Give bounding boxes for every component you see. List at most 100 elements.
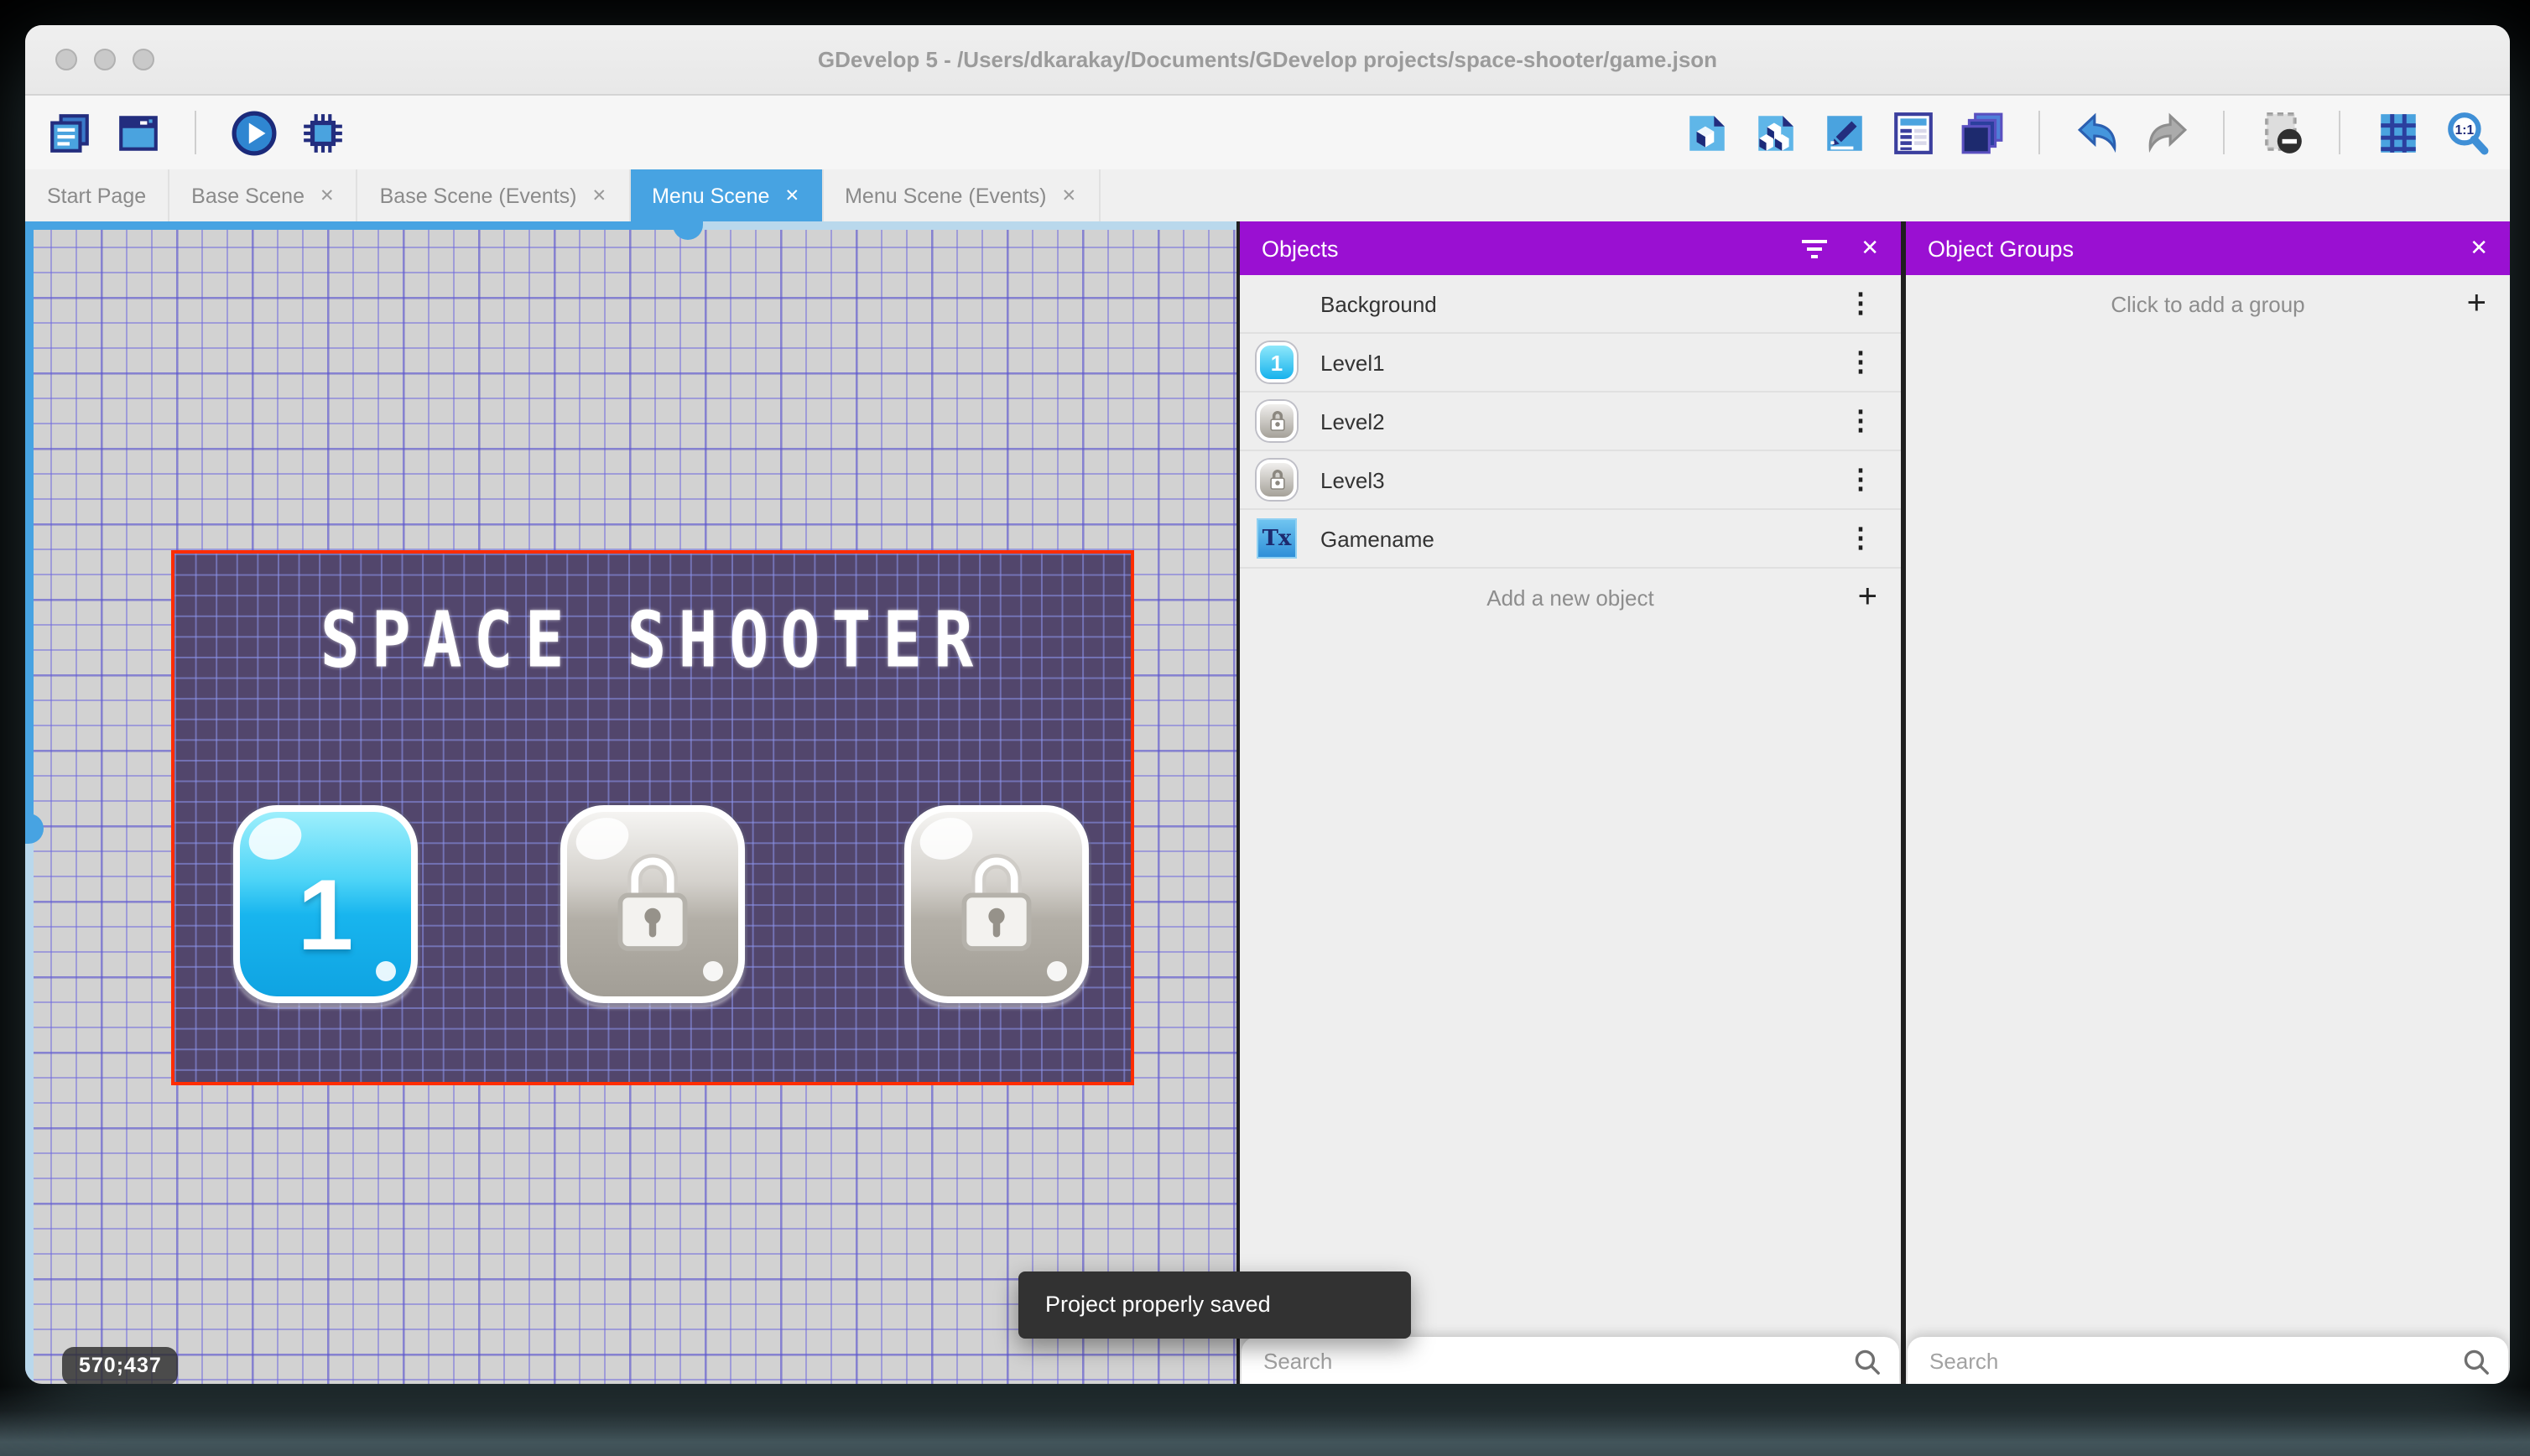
tab-label: Base Scene (191, 184, 305, 207)
add-icon[interactable]: + (2467, 287, 2486, 320)
add-group-label: Click to add a group (2111, 291, 2305, 316)
object-groups-panel: Object Groups ✕ Click to add a group + (1906, 221, 2510, 1384)
toolbar-divider (2339, 111, 2340, 154)
object-row-gamename[interactable]: Tx Gamename ⋮ (1240, 510, 1901, 569)
window-mask-icon[interactable] (2258, 109, 2305, 156)
object-name: Level1 (1320, 350, 1385, 375)
level3-button-instance[interactable] (904, 805, 1089, 1003)
object-name: Background (1320, 291, 1437, 316)
scene-window-icon[interactable] (114, 109, 161, 156)
vertical-scroll-thumb[interactable] (25, 814, 44, 844)
tab-menu-scene-events[interactable]: Menu Scene (Events) ✕ (823, 169, 1101, 221)
scene-window-rect[interactable]: SPACE SHOOTER 1 (171, 550, 1134, 1085)
gamename-text-instance[interactable]: SPACE SHOOTER (174, 597, 1131, 686)
tab-base-scene-events[interactable]: Base Scene (Events) ✕ (358, 169, 631, 221)
debugger-icon[interactable] (299, 109, 346, 156)
layers-icon[interactable] (1958, 109, 2005, 156)
window-title: GDevelop 5 - /Users/dkarakay/Documents/G… (817, 47, 1718, 72)
tab-close-icon[interactable]: ✕ (784, 185, 799, 205)
toolbar: 1:1 (25, 96, 2510, 169)
titlebar: GDevelop 5 - /Users/dkarakay/Documents/G… (25, 25, 2510, 96)
level2-button-instance[interactable] (560, 805, 745, 1003)
level1-thumbnail: 1 (1257, 342, 1297, 382)
gdevelop-window: GDevelop 5 - /Users/dkarakay/Documents/G… (25, 25, 2510, 1384)
object-row-level1[interactable]: 1 Level1 ⋮ (1240, 334, 1901, 393)
filter-icon[interactable] (1802, 239, 1828, 257)
objects-search-input[interactable] (1260, 1347, 1854, 1375)
tab-label: Base Scene (Events) (379, 184, 577, 207)
groups-search-bar (1908, 1337, 2508, 1384)
redo-icon[interactable] (2142, 109, 2189, 156)
add-object-row[interactable]: Add a new object + (1240, 569, 1901, 626)
tab-close-icon[interactable]: ✕ (1062, 185, 1077, 205)
level1-button-instance[interactable]: 1 (233, 805, 418, 1003)
add-group-row[interactable]: Click to add a group + (1906, 275, 2510, 332)
grid-icon[interactable] (2374, 109, 2421, 156)
properties-icon[interactable] (1820, 109, 1867, 156)
level1-number: 1 (297, 858, 354, 970)
close-panel-icon[interactable]: ✕ (2470, 235, 2488, 262)
background-thumbnail (1257, 283, 1297, 324)
object-row-level3[interactable]: Level3 ⋮ (1240, 451, 1901, 510)
content: SPACE SHOOTER 1 570;437 Objects ✕ Backgr… (25, 221, 2510, 1384)
search-icon[interactable] (2463, 1348, 2490, 1375)
window-controls (55, 25, 154, 94)
search-icon[interactable] (1854, 1348, 1881, 1375)
objects-panel-icon[interactable] (1683, 109, 1730, 156)
svg-text:1:1: 1:1 (2455, 122, 2474, 137)
tab-base-scene[interactable]: Base Scene ✕ (169, 169, 358, 221)
cursor-coordinates: 570;437 (62, 1347, 179, 1384)
object-name: Level3 (1320, 467, 1385, 492)
object-menu-icon[interactable]: ⋮ (1837, 522, 1884, 555)
tab-close-icon[interactable]: ✕ (320, 185, 335, 205)
horizontal-scroll-thumb[interactable] (673, 221, 703, 240)
horizontal-scrollbar[interactable] (25, 221, 1236, 240)
tab-label: Menu Scene (Events) (845, 184, 1047, 207)
groups-search-input[interactable] (1926, 1347, 2463, 1375)
object-groups-panel-header: Object Groups ✕ (1906, 221, 2510, 275)
lock-icon (607, 848, 698, 967)
add-object-label: Add a new object (1486, 585, 1654, 610)
object-groups-icon[interactable] (1752, 109, 1799, 156)
object-menu-icon[interactable]: ⋮ (1837, 287, 1884, 320)
tabbar: Start Page Base Scene ✕ Base Scene (Even… (25, 169, 2510, 221)
project-manager-icon[interactable] (45, 109, 92, 156)
screen: GDevelop 5 - /Users/dkarakay/Documents/G… (0, 0, 2530, 1456)
object-row-background[interactable]: Background ⋮ (1240, 275, 1901, 334)
object-menu-icon[interactable]: ⋮ (1837, 463, 1884, 497)
toolbar-divider (195, 111, 196, 154)
maximize-button[interactable] (133, 49, 154, 70)
toolbar-divider (2038, 111, 2040, 154)
scene-canvas[interactable]: SPACE SHOOTER 1 570;437 (25, 221, 1236, 1384)
instances-list-icon[interactable] (1889, 109, 1936, 156)
objects-search-bar (1242, 1337, 1899, 1384)
close-button[interactable] (55, 49, 77, 70)
vertical-scrollbar[interactable] (25, 221, 44, 1384)
objects-panel: Objects ✕ Background ⋮ 1 Level1 ⋮ Level2… (1240, 221, 1901, 1384)
toolbar-divider (2223, 111, 2225, 154)
tab-label: Menu Scene (652, 184, 770, 207)
toolbar-right: 1:1 (1683, 109, 2490, 156)
objects-panel-title: Objects (1262, 236, 1339, 261)
add-icon[interactable]: + (1858, 580, 1877, 614)
tab-label: Start Page (47, 184, 147, 207)
text-object-icon: Tx (1257, 518, 1297, 559)
save-toast: Project properly saved (1018, 1271, 1412, 1339)
tab-start-page[interactable]: Start Page (25, 169, 170, 221)
tab-menu-scene[interactable]: Menu Scene ✕ (630, 169, 824, 221)
object-name: Level2 (1320, 408, 1385, 434)
undo-icon[interactable] (2074, 109, 2121, 156)
toolbar-left (45, 109, 346, 156)
object-menu-icon[interactable]: ⋮ (1837, 404, 1884, 438)
level3-thumbnail (1257, 460, 1297, 500)
object-menu-icon[interactable]: ⋮ (1837, 346, 1884, 379)
minimize-button[interactable] (94, 49, 116, 70)
objects-panel-header: Objects ✕ (1240, 221, 1901, 275)
object-name: Gamename (1320, 526, 1434, 551)
close-panel-icon[interactable]: ✕ (1861, 235, 1879, 262)
preview-play-icon[interactable] (230, 109, 277, 156)
zoom-1-1-icon[interactable]: 1:1 (2443, 109, 2490, 156)
object-row-level2[interactable]: Level2 ⋮ (1240, 393, 1901, 451)
tab-close-icon[interactable]: ✕ (591, 185, 606, 205)
object-groups-panel-title: Object Groups (1928, 236, 2074, 261)
